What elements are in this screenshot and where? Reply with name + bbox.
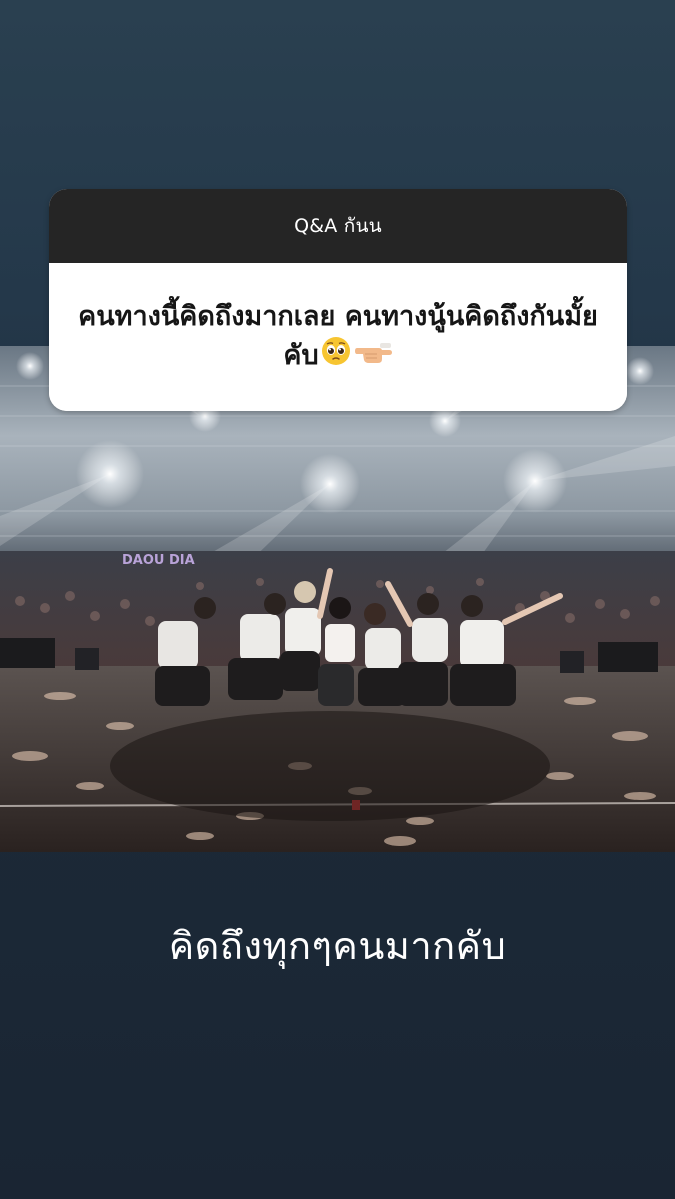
concert-photo: DAOU DIA	[0, 346, 675, 852]
story-screen: DAOU DIA Q&A กันน คนทางนี้คิดถึงมากเลย ค…	[0, 0, 675, 1199]
pointing-hand-icon	[354, 337, 393, 376]
qa-sticker-title: Q&A กันน	[294, 215, 382, 237]
qa-question-text: คนทางนี้คิดถึงมากเลย คนทางนู้นคิดถึงกันม…	[75, 297, 601, 377]
stage-sign: DAOU DIA	[122, 553, 195, 568]
qa-sticker[interactable]: Q&A กันน คนทางนี้คิดถึงมากเลย คนทางนู้นค…	[49, 189, 627, 411]
pleading-face-icon	[321, 336, 351, 377]
story-caption: คิดถึงทุกๆคนมากคับ	[168, 924, 507, 968]
qa-sticker-header: Q&A กันน	[49, 189, 627, 263]
qa-sticker-body: คนทางนี้คิดถึงมากเลย คนทางนู้นคิดถึงกันม…	[49, 263, 627, 411]
